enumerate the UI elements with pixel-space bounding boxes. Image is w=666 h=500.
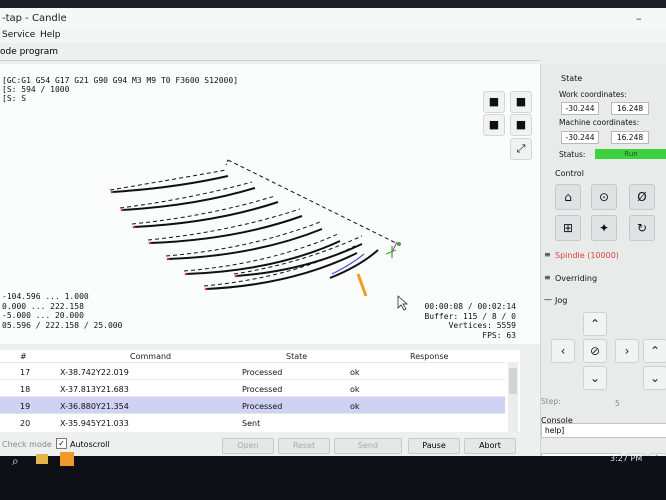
home-icon[interactable]: ⌂ [555,184,581,210]
menu-service[interactable]: Service [2,30,35,40]
scrollbar-thumb[interactable] [509,368,517,394]
right-panel: State Work coordinates: -30.244 16.248 M… [540,64,666,456]
col-response: Response [410,352,449,361]
limit-z: -5.000 ... 20.000 [2,311,84,320]
fps-info: FPS: 63 [482,330,516,340]
jog-up-icon[interactable]: ⌃ [583,312,607,336]
reset-icon[interactable]: ↻ [629,215,655,241]
table-row[interactable]: 20 X-35.945Y21.033 Sent [0,413,505,431]
control-title: Control [555,169,584,178]
jog-stop-icon[interactable]: ⊘ [583,339,607,363]
cube-left-icon[interactable]: ■ [483,114,505,136]
check-mode-label[interactable]: Check mode [2,440,52,449]
vertices-info: Vertices: 5559 [448,321,516,330]
machine-coordinates-label: Machine coordinates: [559,118,640,127]
open-button[interactable]: Open [222,438,274,454]
machine-y-value: 16.248 [611,131,649,144]
autoscroll-label: Autoscroll [70,440,110,449]
window-title: -tap - Candle [2,13,67,24]
reset-button[interactable]: Reset [278,438,330,454]
pause-button[interactable]: Pause [408,438,460,454]
jog-section[interactable]: Jog [555,296,567,305]
elapsed-time: 00:00:08 / 00:02:14 [424,302,516,311]
overriding-menu-icon: ≡ [544,273,551,282]
program-tab-bar: ode program [0,44,540,61]
zero-search-icon[interactable]: ⊙ [591,184,617,210]
zero-xy-icon[interactable]: ⊞ [555,215,581,241]
abort-button[interactable]: Abort [464,438,516,454]
tab-gcode-program[interactable]: ode program [0,47,58,57]
overriding-section[interactable]: Overriding [555,274,597,283]
cube-front-icon[interactable]: ■ [483,91,505,113]
title-bar: -tap - Candle – [0,8,666,28]
gcode-viewer[interactable]: [GC:G1 G54 G17 G21 G90 G94 M3 M9 T0 F360… [0,64,540,344]
candle-window: -tap - Candle – Service Help ode program… [0,8,666,456]
spindle-section[interactable]: Spindle (10000) [555,251,619,260]
fit-icon[interactable]: ⤢ [510,138,532,160]
col-state: State [286,352,308,361]
console-output[interactable]: help] [541,423,666,438]
spindle-menu-icon: ≡ [544,250,551,259]
minimize-icon[interactable]: – [636,12,642,25]
clock-time[interactable]: 3:27 PM [610,454,642,463]
program-controls: Check mode ✓ Autoscroll Open Reset Send … [0,432,540,456]
autoscroll-checkbox[interactable]: ✓ [56,438,67,449]
jog-z-down-icon[interactable]: ⌄ [643,366,666,390]
jog-z-up-icon[interactable]: ⌃ [643,339,666,363]
limit-y: 0.000 ... 222.158 [2,301,84,311]
table-row[interactable]: 17 X-38.742Y22.019 Processed ok [0,362,505,380]
status-label: Status: [559,150,586,159]
table-scrollbar[interactable] [508,362,518,432]
status-value: Run [595,149,666,159]
buffer-info: Buffer: 115 / 8 / 0 [424,311,516,321]
zero-z-icon[interactable]: Ø [629,184,655,210]
viewer-info: 00:00:08 / 00:02:14 Buffer: 115 / 8 / 0 … [424,302,516,340]
candle-app-icon[interactable] [60,452,74,466]
limit-size: 05.596 / 222.158 / 25.000 [2,320,123,330]
run-icon[interactable]: ✦ [591,215,617,241]
menu-help[interactable]: Help [40,30,61,40]
step-label: Step: [541,397,561,406]
work-coordinates-label: Work coordinates: [559,90,627,99]
send-button[interactable]: Send [334,438,402,454]
col-command: Command [130,352,172,361]
machine-x-value: -30.244 [561,131,599,144]
jog-down-icon[interactable]: ⌄ [583,366,607,390]
workspace-limits: -104.596 ... 1.000 0.000 ... 222.158 -5.… [2,292,122,330]
folder-icon[interactable] [36,454,48,464]
table-row-selected[interactable]: 19 X-36.880Y21.354 Processed ok [0,396,505,414]
menu-bar: Service Help [0,28,666,43]
limit-x: -104.596 ... 1.000 [2,292,89,301]
work-y-value: 16.248 [611,102,649,115]
jog-menu-icon: — [544,295,552,304]
table-row[interactable]: 18 X-37.813Y21.683 Processed ok [0,379,505,397]
cube-top-icon[interactable]: ■ [510,91,532,113]
taskbar: ⌕ 3:27 PM [0,452,666,500]
state-title: State [561,74,583,83]
cube-iso-icon[interactable]: ■ [510,114,532,136]
jog-left-icon[interactable]: ‹ [551,339,575,363]
search-icon[interactable]: ⌕ [12,454,19,469]
jog-right-icon[interactable]: › [615,339,639,363]
col-num: # [20,352,27,361]
program-table[interactable]: # Command State Response 17 X-38.742Y22.… [0,350,520,432]
work-x-value: -30.244 [561,102,599,115]
step-value[interactable]: 5 [615,399,620,408]
